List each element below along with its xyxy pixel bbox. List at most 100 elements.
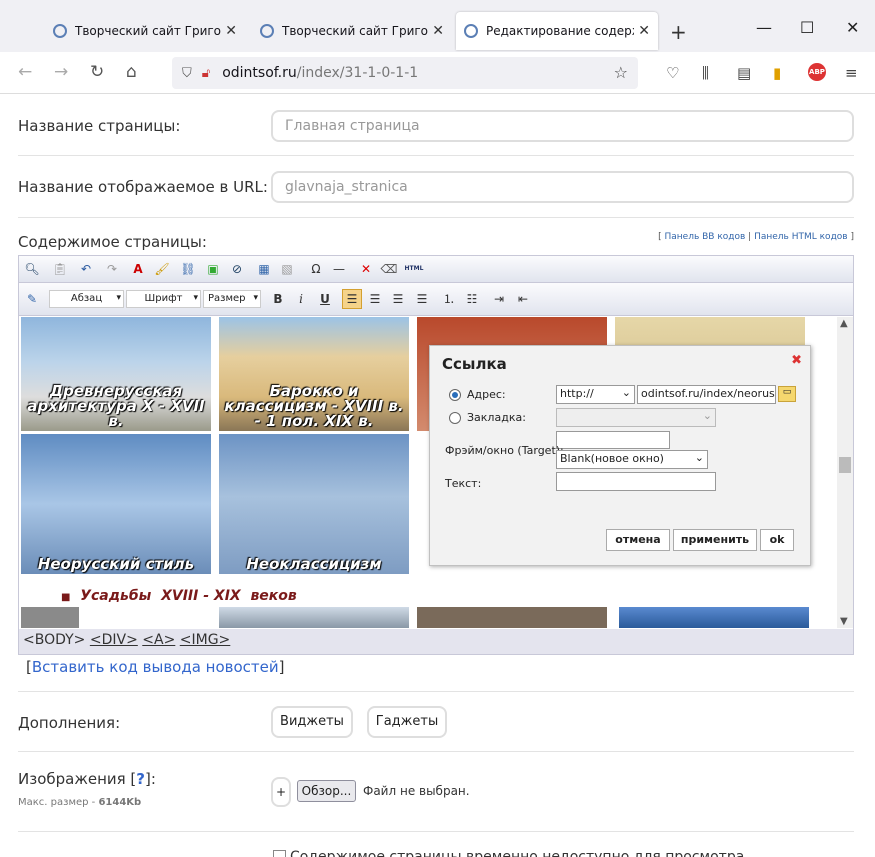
architecture-image[interactable] — [417, 607, 607, 628]
bb-panel-link[interactable]: Панель BB кодов — [664, 232, 745, 242]
table-props-icon[interactable]: ▧ — [278, 260, 296, 278]
new-tab-button[interactable]: + — [670, 20, 687, 44]
paste-icon[interactable]: 📋︎ — [51, 260, 69, 278]
address-bar[interactable]: ⛉ 🔓︎ odintsof.ru/index/31-1-0-1-1 ☆ — [172, 57, 638, 89]
menu-icon[interactable]: ≡ — [845, 64, 858, 82]
path-a[interactable]: <A> — [142, 632, 175, 648]
architecture-image[interactable] — [619, 607, 809, 628]
insert-news-code-link[interactable]: Вставить код вывода новостей — [32, 658, 279, 676]
eraser-icon[interactable]: ⌫ — [380, 260, 398, 278]
browser-tab[interactable]: Творческий сайт Григория ✕ — [45, 12, 245, 50]
url-name-input[interactable]: glavnaja_stranica — [271, 171, 854, 203]
background-color-icon[interactable]: 🖌︎ — [153, 260, 171, 278]
font-select[interactable]: Шрифт — [126, 290, 201, 308]
insecure-lock-icon[interactable]: 🔓︎ — [202, 66, 210, 81]
text-input[interactable] — [556, 472, 716, 491]
align-right-icon[interactable]: ☰ — [389, 290, 407, 308]
architecture-image[interactable] — [219, 607, 409, 628]
architecture-image[interactable]: Древнерусская архитектура X - XVII в. — [21, 317, 211, 431]
html-panel-link[interactable]: Панель HTML кодов — [754, 232, 848, 242]
unordered-list-icon[interactable]: ☷ — [463, 290, 481, 308]
address-radio[interactable] — [449, 389, 461, 401]
remove-format-icon[interactable]: ✕ — [357, 260, 375, 278]
dialog-close-icon[interactable]: ✖ — [791, 353, 802, 368]
bold-icon[interactable]: B — [269, 290, 287, 308]
undo-icon[interactable]: ↶ — [77, 260, 95, 278]
pocket-icon[interactable]: ♡ — [666, 64, 679, 82]
tab-close-icon[interactable]: ✕ — [432, 23, 444, 39]
bookmark-radio[interactable] — [449, 412, 461, 424]
tab-close-icon[interactable]: ✕ — [225, 23, 237, 39]
browse-folder-icon[interactable]: ▭ — [778, 386, 796, 402]
scroll-down-icon[interactable]: ▼ — [840, 616, 848, 627]
special-char-icon[interactable]: Ω — [307, 260, 325, 278]
editor-scrollbar[interactable]: ▲ ▼ — [837, 317, 853, 628]
home-icon[interactable]: ⌂ — [126, 62, 137, 82]
scrollbar-thumb[interactable] — [839, 457, 851, 473]
separator: | — [748, 232, 752, 242]
panel-links: [ Панель BB кодов | Панель HTML кодов ] — [658, 232, 854, 242]
align-center-icon[interactable]: ☰ — [366, 290, 384, 308]
path-div[interactable]: <DIV> — [90, 632, 138, 648]
apply-button[interactable]: применить — [673, 529, 757, 551]
text-color-icon[interactable]: A — [129, 260, 147, 278]
architecture-image[interactable] — [21, 607, 79, 628]
html-source-icon[interactable]: HTML — [403, 260, 425, 278]
image-icon[interactable]: ▣ — [204, 260, 222, 278]
size-select[interactable]: Размер — [203, 290, 261, 308]
architecture-image[interactable]: Неорусский стиль — [21, 434, 211, 574]
path-img[interactable]: <IMG> — [180, 632, 231, 648]
link-icon[interactable]: ⛓ — [179, 260, 197, 278]
ok-button[interactable]: ok — [760, 529, 794, 551]
redo-icon[interactable]: ↷ — [103, 260, 121, 278]
format-select[interactable]: Абзац — [49, 290, 124, 308]
underline-icon[interactable]: U — [316, 290, 334, 308]
browser-tab-active[interactable]: Редактирование содержимого ✕ — [456, 12, 658, 50]
justify-icon[interactable]: ☰ — [413, 290, 431, 308]
browse-button[interactable]: Обзор... — [297, 780, 356, 802]
sidebar-icon[interactable]: ▤ — [737, 64, 751, 82]
architecture-image[interactable]: Неоклассицизм — [219, 434, 409, 574]
images-help-link[interactable]: ? — [136, 770, 145, 788]
gadgets-button[interactable]: Гаджеты — [367, 706, 447, 738]
bookmark-select[interactable]: ⌄ — [556, 408, 716, 427]
target-label: Фрэйм/окно (Target): — [445, 444, 564, 457]
close-window-button[interactable]: ✕ — [846, 18, 859, 37]
maximize-button[interactable]: ☐ — [800, 18, 814, 37]
path-body[interactable]: <BODY> — [23, 632, 85, 648]
unlink-icon[interactable]: ⊘ — [228, 260, 246, 278]
unavailable-checkbox[interactable] — [273, 850, 286, 857]
back-arrow-icon[interactable]: ← — [18, 62, 32, 82]
add-image-button[interactable]: + — [271, 777, 291, 807]
edit-icon[interactable]: ✎ — [23, 290, 41, 308]
tab-close-icon[interactable]: ✕ — [638, 23, 650, 39]
ordered-list-icon[interactable]: ⒈ — [440, 290, 458, 308]
italic-icon[interactable]: i — [292, 290, 310, 308]
site-favicon-icon — [260, 24, 274, 38]
minimize-button[interactable]: — — [756, 18, 772, 37]
shield-icon[interactable]: ⛉ — [182, 66, 192, 81]
no-file-text: Файл не выбран. — [363, 784, 470, 798]
align-left-icon[interactable]: ☰ — [342, 289, 362, 309]
scroll-up-icon[interactable]: ▲ — [840, 318, 848, 329]
table-icon[interactable]: ▦ — [255, 260, 273, 278]
horizontal-rule-icon[interactable]: — — [330, 260, 348, 278]
reload-icon[interactable]: ↻ — [90, 62, 104, 82]
target-input[interactable] — [556, 431, 670, 449]
forward-arrow-icon[interactable]: → — [54, 62, 68, 82]
address-input[interactable]: odintsof.ru/index/neorusskij — [637, 385, 776, 404]
outdent-icon[interactable]: ⇤ — [514, 290, 532, 308]
find-icon[interactable]: 🔍︎ — [23, 260, 41, 278]
architecture-image[interactable]: Барокко и классицизм - XVIII в. - 1 пол.… — [219, 317, 409, 431]
bookmark-star-icon[interactable]: ☆ — [614, 63, 628, 82]
indent-icon[interactable]: ⇥ — [490, 290, 508, 308]
browser-tab[interactable]: Творческий сайт Григория ✕ — [252, 12, 452, 50]
protocol-select[interactable]: http:// ⌄ — [556, 385, 635, 404]
extension-flag-icon[interactable]: ▮ — [773, 64, 781, 82]
page-name-input[interactable]: Главная страница — [271, 110, 854, 142]
widgets-button[interactable]: Виджеты — [271, 706, 353, 738]
library-icon[interactable]: ⫼ — [702, 64, 709, 82]
adblock-icon[interactable]: ABP — [808, 63, 826, 81]
cancel-button[interactable]: отмена — [606, 529, 670, 551]
target-select[interactable]: Blank(новое окно) ⌄ — [556, 450, 708, 469]
